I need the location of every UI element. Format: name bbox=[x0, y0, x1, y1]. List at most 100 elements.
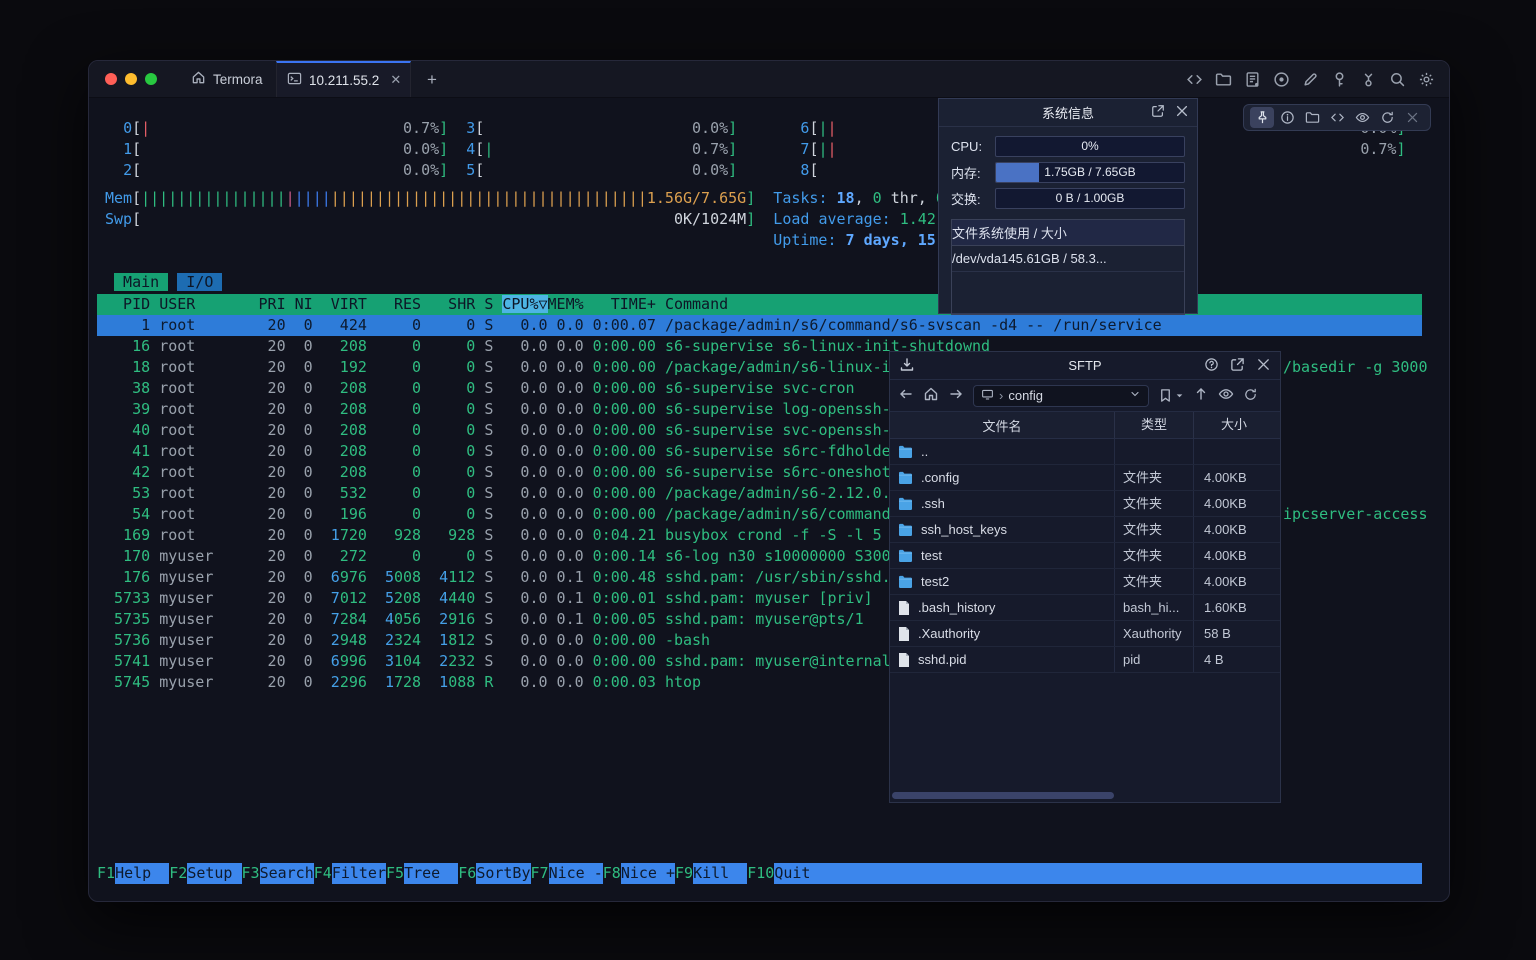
meter-bar: 0% bbox=[995, 136, 1185, 157]
close-window-button[interactable] bbox=[105, 73, 117, 85]
floating-toolbar bbox=[1243, 104, 1431, 131]
code-icon[interactable] bbox=[1325, 107, 1349, 128]
bookmark-icon[interactable] bbox=[1158, 388, 1184, 403]
terminal-line: Main I/O bbox=[97, 272, 1422, 293]
path-breadcrumb[interactable]: › config bbox=[973, 385, 1149, 407]
terminal-line: Uptime: 7 days, 15:3 bbox=[97, 230, 1422, 251]
fnkey-button-help[interactable]: Help bbox=[115, 863, 169, 884]
open-in-new-icon[interactable] bbox=[1151, 104, 1165, 121]
fnkey-button-tree[interactable]: Tree bbox=[404, 863, 458, 884]
fnkey-button-setup[interactable]: Setup bbox=[187, 863, 241, 884]
sftp-file-row[interactable]: ssh_host_keys文件夹4.00KB bbox=[890, 517, 1280, 543]
sftp-file-row[interactable]: test文件夹4.00KB bbox=[890, 543, 1280, 569]
fnkey-button-sortby[interactable]: SortBy bbox=[476, 863, 530, 884]
fs-table-row[interactable]: /dev/vda145.61GB / 58.3... bbox=[952, 246, 1184, 272]
sftp-file-row[interactable]: test2文件夹4.00KB bbox=[890, 569, 1280, 595]
tab-termora-label: Termora bbox=[213, 72, 263, 87]
home-icon bbox=[191, 70, 206, 88]
keychain-icon[interactable] bbox=[1360, 71, 1377, 88]
record-icon[interactable] bbox=[1273, 71, 1290, 88]
eye-icon[interactable] bbox=[1350, 107, 1374, 128]
log-icon[interactable] bbox=[1244, 71, 1261, 88]
htop-process-row[interactable]: 1 root 20 0 424 0 0 S 0.0 0.0 0:00.07 /p… bbox=[97, 315, 1422, 336]
fnkey-button-quit[interactable]: Quit bbox=[774, 863, 1422, 884]
forward-icon[interactable] bbox=[948, 386, 964, 405]
terminal-line: Swp[ 0K/1024M] Load average: 1.42 1 bbox=[97, 209, 1422, 230]
file-size: 1.60KB bbox=[1193, 595, 1274, 620]
file-type: 文件夹 bbox=[1114, 517, 1193, 542]
htop-header-row[interactable]: PID USER PRI NI VIRT RES SHR S CPU%▽MEM%… bbox=[97, 294, 1422, 315]
sftp-toolbar: › config bbox=[890, 380, 1280, 412]
home-icon[interactable] bbox=[923, 386, 939, 405]
tab-close-icon[interactable]: ✕ bbox=[390, 72, 401, 88]
fnkey-button-kill[interactable]: Kill bbox=[693, 863, 747, 884]
file-name: test2 bbox=[921, 574, 949, 589]
fs-column-header[interactable]: 使用 / 大小 bbox=[1004, 223, 1067, 242]
new-tab-button[interactable]: + bbox=[421, 69, 443, 91]
system-info-meters: CPU:0%内存:1.75GB / 7.65GB交换:0 B / 1.00GB bbox=[939, 127, 1197, 211]
search-icon[interactable] bbox=[1389, 71, 1406, 88]
file-name: sshd.pid bbox=[918, 652, 966, 667]
file-icon bbox=[898, 601, 910, 615]
file-name: .. bbox=[921, 444, 928, 459]
refresh-icon[interactable] bbox=[1375, 107, 1399, 128]
horizontal-scrollbar[interactable] bbox=[892, 792, 1114, 799]
pin-icon[interactable] bbox=[1250, 107, 1274, 128]
breadcrumb-path: config bbox=[1008, 388, 1043, 403]
tab-bar: Termora 10.211.55.2 ✕ + bbox=[89, 61, 1449, 98]
fnkey-button-search[interactable]: Search bbox=[260, 863, 314, 884]
back-icon[interactable] bbox=[898, 386, 914, 405]
fnkey-label: F4 bbox=[314, 863, 332, 884]
file-type: pid bbox=[1114, 647, 1193, 672]
meter-value: 0% bbox=[996, 137, 1184, 156]
refresh-icon[interactable] bbox=[1243, 387, 1258, 405]
upload-icon[interactable] bbox=[1193, 386, 1209, 405]
sftp-file-row[interactable]: .config文件夹4.00KB bbox=[890, 465, 1280, 491]
show-hidden-eye-icon[interactable] bbox=[1218, 386, 1234, 405]
tab-session[interactable]: 10.211.55.2 ✕ bbox=[276, 61, 411, 97]
maximize-window-button[interactable] bbox=[145, 73, 157, 85]
info-icon[interactable] bbox=[1275, 107, 1299, 128]
close-icon[interactable] bbox=[1256, 357, 1271, 375]
fnkey-button-filter[interactable]: Filter bbox=[332, 863, 386, 884]
meter-label: 内存: bbox=[951, 163, 987, 182]
sftp-file-row[interactable]: .ssh文件夹4.00KB bbox=[890, 491, 1280, 517]
close-icon[interactable] bbox=[1175, 104, 1189, 121]
folder-icon[interactable] bbox=[1300, 107, 1324, 128]
download-icon[interactable] bbox=[899, 357, 915, 376]
fnkey-label: F7 bbox=[531, 863, 549, 884]
file-size: 58 B bbox=[1193, 621, 1274, 646]
sftp-file-row[interactable]: sshd.pid pid4 B bbox=[890, 647, 1280, 673]
fnkey-label: F9 bbox=[675, 863, 693, 884]
terminal-icon bbox=[287, 71, 302, 89]
file-type: Xauthority bbox=[1114, 621, 1193, 646]
open-in-new-icon[interactable] bbox=[1230, 357, 1245, 375]
fs-column-header[interactable]: 文件系统 bbox=[952, 223, 1004, 242]
sftp-table-header[interactable]: 文件名 类型 大小 bbox=[890, 412, 1280, 439]
settings-gear-icon[interactable] bbox=[1418, 71, 1435, 88]
key-icon[interactable] bbox=[1331, 71, 1348, 88]
file-type: 文件夹 bbox=[1114, 543, 1193, 568]
sftp-titlebar: SFTP bbox=[890, 352, 1280, 380]
chevron-down-icon[interactable] bbox=[1129, 388, 1141, 403]
tab-termora[interactable]: Termora bbox=[177, 61, 277, 97]
edit-icon[interactable] bbox=[1302, 71, 1319, 88]
sftp-file-row[interactable]: .. bbox=[890, 439, 1280, 465]
fnkey-button-nice-[interactable]: Nice + bbox=[621, 863, 675, 884]
sftp-file-row[interactable]: .XauthorityXauthority58 B bbox=[890, 621, 1280, 647]
titlebar-icons bbox=[1186, 61, 1435, 97]
terminal-line: 2[ 0.0%] 5[ 0.0%] 8[ bbox=[97, 160, 1422, 181]
minimize-window-button[interactable] bbox=[125, 73, 137, 85]
system-info-panel: 系统信息 CPU:0%内存:1.75GB / 7.65GB交换:0 B / 1.… bbox=[938, 98, 1198, 314]
help-icon[interactable] bbox=[1204, 357, 1219, 375]
command-fragment: /basedir -g 3000 bbox=[1283, 357, 1428, 378]
folder-icon bbox=[898, 523, 913, 536]
close-icon[interactable] bbox=[1400, 107, 1424, 128]
fnkey-button-nice-[interactable]: Nice - bbox=[549, 863, 603, 884]
file-size: 4.00KB bbox=[1193, 569, 1274, 594]
folder-icon bbox=[898, 549, 913, 562]
code-icon[interactable] bbox=[1186, 71, 1203, 88]
sftp-file-row[interactable]: .bash_historybash_hi...1.60KB bbox=[890, 595, 1280, 621]
folder-icon[interactable] bbox=[1215, 71, 1232, 88]
file-size: 4 B bbox=[1193, 647, 1274, 672]
